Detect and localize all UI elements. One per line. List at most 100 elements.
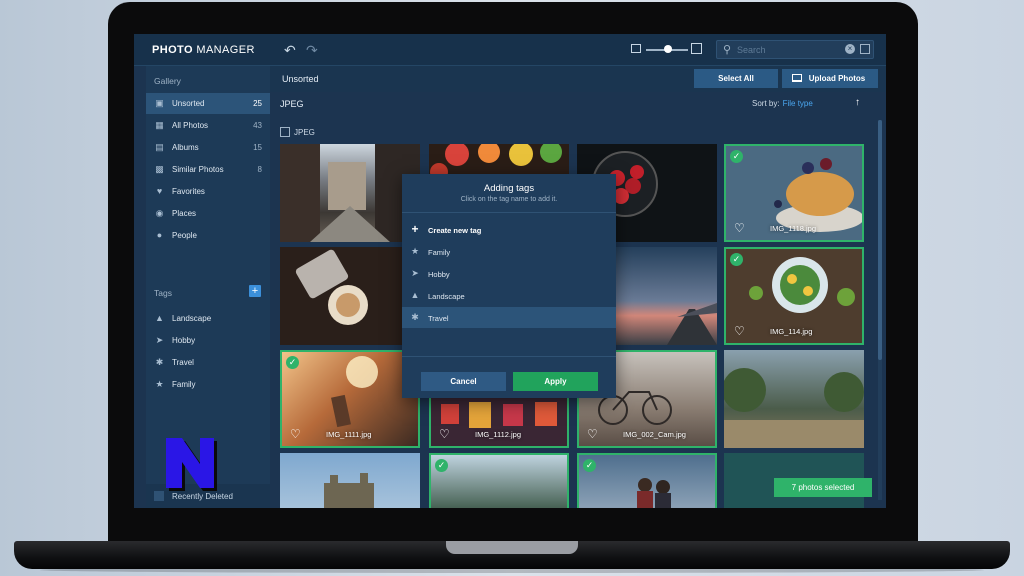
selected-check-icon[interactable]: ✓ bbox=[435, 459, 448, 472]
search-input[interactable] bbox=[737, 42, 837, 57]
divider bbox=[402, 356, 616, 357]
photo-tile[interactable]: ✓ ♡ IMG_1118.jpg bbox=[724, 144, 864, 242]
sort-direction-icon[interactable]: ↑ bbox=[855, 97, 860, 108]
sort-label: Sort by: bbox=[752, 99, 780, 108]
photo-tile[interactable]: ✓ ♡ IMG_1111.jpg bbox=[280, 350, 420, 448]
sidebar-item-people[interactable]: ● People bbox=[146, 225, 270, 246]
photo-tile[interactable]: ✓ ♡ IMG_114.jpg bbox=[724, 247, 864, 345]
sidebar-item-label: Albums bbox=[172, 143, 199, 152]
apply-button[interactable]: Apply bbox=[513, 372, 598, 391]
dialog-tag-landscape[interactable]: ▲ Landscape bbox=[402, 285, 616, 306]
family-icon: ★ bbox=[155, 379, 164, 389]
favorite-heart-icon[interactable]: ♡ bbox=[734, 222, 745, 234]
photos-icon: ▦ bbox=[155, 120, 164, 130]
scrollbar[interactable] bbox=[878, 120, 882, 500]
top-bar: PHOTO MANAGER ↶ ↷ ⚲ × bbox=[134, 34, 886, 66]
sidebar-item-count: 8 bbox=[257, 165, 262, 174]
landscape-icon: ▲ bbox=[410, 290, 420, 300]
landscape-icon: ▲ bbox=[155, 313, 164, 323]
add-tag-button[interactable]: + bbox=[249, 285, 261, 297]
search-icon: ⚲ bbox=[723, 44, 732, 56]
clear-search-icon[interactable]: × bbox=[845, 44, 855, 54]
dialog-tag-hobby[interactable]: ➤ Hobby bbox=[402, 263, 616, 284]
photo-tile[interactable] bbox=[280, 453, 420, 508]
albums-icon: ▤ bbox=[155, 142, 164, 152]
sidebar-item-places[interactable]: ◉ Places bbox=[146, 203, 270, 224]
calendar-icon[interactable] bbox=[860, 44, 870, 54]
upload-photos-button[interactable]: Upload Photos bbox=[782, 69, 878, 88]
photo-filename: IMG_1111.jpg bbox=[326, 430, 372, 439]
sidebar-item-label: Travel bbox=[172, 358, 194, 367]
n-logo bbox=[166, 438, 217, 491]
app-title-rest: MANAGER bbox=[192, 44, 255, 56]
inbox-icon: ▣ bbox=[155, 98, 164, 108]
sort-by[interactable]: Sort by: File type bbox=[752, 99, 813, 108]
sidebar-item-label: Similar Photos bbox=[172, 165, 224, 174]
selected-check-icon[interactable]: ✓ bbox=[730, 253, 743, 266]
trash-icon bbox=[154, 491, 164, 501]
photo-tile[interactable] bbox=[280, 144, 420, 242]
favorite-heart-icon[interactable]: ♡ bbox=[734, 325, 745, 337]
favorite-heart-icon[interactable]: ♡ bbox=[587, 428, 598, 440]
selected-check-icon[interactable]: ✓ bbox=[286, 356, 299, 369]
zoom-out-icon[interactable] bbox=[631, 44, 641, 53]
photo-tile[interactable] bbox=[280, 247, 420, 345]
favorite-heart-icon[interactable]: ♡ bbox=[290, 428, 301, 440]
upload-photos-label: Upload Photos bbox=[808, 74, 866, 83]
sort-value[interactable]: File type bbox=[783, 99, 813, 108]
create-new-tag-item[interactable]: + Create new tag bbox=[402, 219, 616, 240]
pin-icon: ◉ bbox=[155, 208, 164, 218]
dialog-item-label: Landscape bbox=[428, 292, 465, 301]
zoom-in-icon[interactable] bbox=[691, 43, 702, 54]
laptop-icon bbox=[792, 74, 802, 82]
photo-tile[interactable] bbox=[724, 350, 864, 448]
dialog-item-label: Hobby bbox=[428, 270, 450, 279]
photo-tile[interactable]: ✓ bbox=[577, 453, 717, 508]
plus-icon: + bbox=[411, 222, 419, 236]
sidebar-item-unsorted[interactable]: ▣ Unsorted 25 bbox=[146, 93, 270, 114]
river-photo bbox=[724, 368, 864, 448]
section-title: JPEG bbox=[280, 99, 304, 109]
sidebar-item-favorites[interactable]: ♥ Favorites bbox=[146, 181, 270, 202]
sidebar-item-similar-photos[interactable]: ▩ Similar Photos 8 bbox=[146, 159, 270, 180]
group-checkbox[interactable] bbox=[280, 127, 290, 137]
zoom-slider-handle[interactable] bbox=[664, 45, 672, 53]
sidebar-item-label: People bbox=[172, 231, 197, 240]
photo-tile[interactable]: ✓ bbox=[429, 453, 569, 508]
sidebar-item-albums[interactable]: ▤ Albums 15 bbox=[146, 137, 270, 158]
favorite-heart-icon[interactable]: ♡ bbox=[439, 428, 450, 440]
sidebar-item-label: Places bbox=[172, 209, 197, 218]
sidebar-tag-travel[interactable]: ✱ Travel bbox=[146, 352, 270, 373]
page-title: Unsorted bbox=[282, 74, 319, 84]
dialog-tag-travel[interactable]: ✱ Travel bbox=[402, 307, 616, 328]
sidebar-item-count: 25 bbox=[253, 99, 262, 108]
sidebar-item-label: Unsorted bbox=[172, 99, 205, 108]
sidebar-tag-family[interactable]: ★ Family bbox=[146, 374, 270, 395]
photo-filename: IMG_114.jpg bbox=[770, 327, 813, 336]
undo-icon[interactable]: ↶ bbox=[284, 43, 296, 57]
redo-icon[interactable]: ↷ bbox=[306, 43, 318, 57]
dialog-title: Adding tags bbox=[483, 183, 535, 194]
couple-photo bbox=[637, 478, 671, 508]
selected-check-icon[interactable]: ✓ bbox=[583, 459, 596, 472]
palm-icon: ✱ bbox=[155, 357, 164, 367]
dialog-item-label: Create new tag bbox=[428, 226, 482, 235]
street-photo bbox=[280, 144, 420, 242]
sidebar-tag-landscape[interactable]: ▲ Landscape bbox=[146, 308, 270, 329]
search-box[interactable]: ⚲ × bbox=[716, 40, 874, 59]
palm-icon: ✱ bbox=[411, 312, 419, 322]
scrollbar-thumb[interactable] bbox=[878, 120, 882, 360]
select-all-button[interactable]: Select All bbox=[694, 69, 778, 88]
dialog-subtitle: Click on the tag name to add it. bbox=[460, 196, 558, 203]
family-icon: ★ bbox=[410, 246, 420, 256]
sidebar-item-label: Family bbox=[172, 380, 196, 389]
dialog-tag-family[interactable]: ★ Family bbox=[402, 241, 616, 262]
selected-check-icon[interactable]: ✓ bbox=[730, 150, 743, 163]
sidebar-item-label: Hobby bbox=[172, 336, 196, 345]
cancel-button[interactable]: Cancel bbox=[421, 372, 506, 391]
sidebar-tag-hobby[interactable]: ➤ Hobby bbox=[146, 330, 270, 351]
plane-icon: ➤ bbox=[155, 335, 164, 345]
latte-photo bbox=[295, 249, 368, 325]
dialog-item-label: Family bbox=[428, 248, 451, 257]
sidebar-item-all-photos[interactable]: ▦ All Photos 43 bbox=[146, 115, 270, 136]
